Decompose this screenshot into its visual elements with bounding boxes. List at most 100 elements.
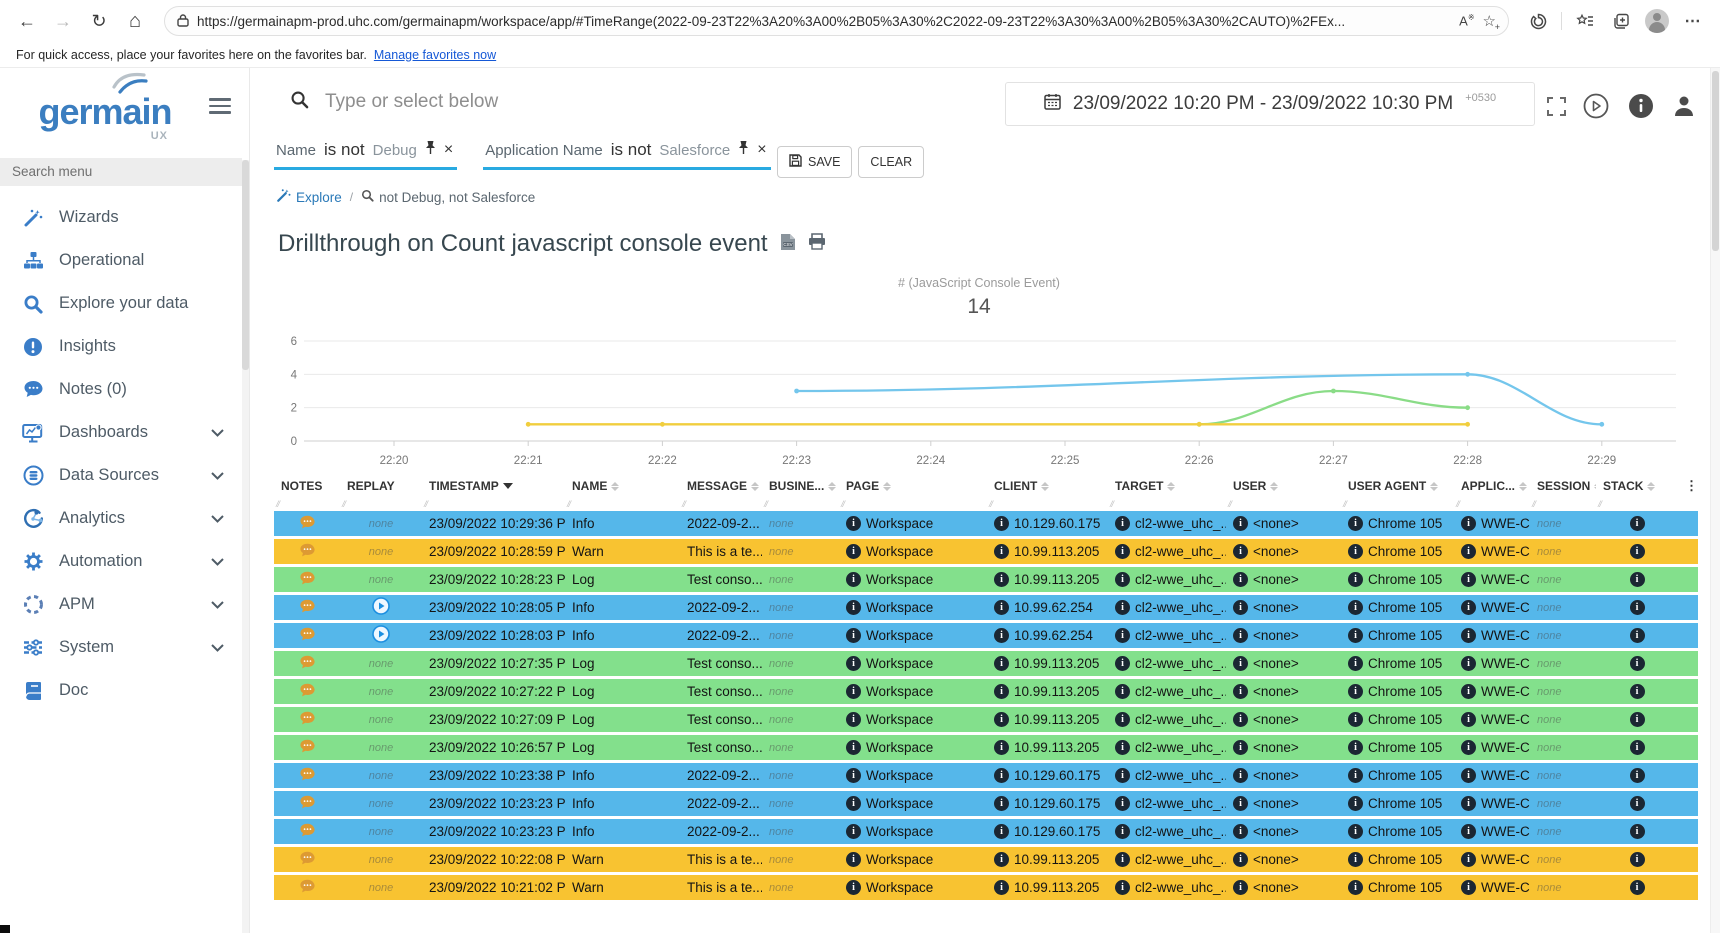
sidebar-item-operational[interactable]: Operational [0,239,244,282]
info-icon[interactable]: i [1233,852,1248,867]
info-icon[interactable]: i [1348,600,1363,615]
column-resize-handle[interactable]: // [1228,499,1231,509]
info-icon[interactable]: i [1630,516,1645,531]
play-icon[interactable] [1582,92,1610,120]
info-icon[interactable]: i [846,796,861,811]
info-icon[interactable]: i [994,656,1009,671]
sidebar-item-data-sources[interactable]: Data Sources [0,454,244,497]
info-icon[interactable]: i [846,544,861,559]
notes-icon[interactable] [299,599,316,617]
column-header-user[interactable]: USER [1226,479,1341,493]
info-icon[interactable]: i [1461,824,1476,839]
notes-icon[interactable] [299,571,316,589]
column-resize-handle[interactable]: // [424,499,427,509]
info-icon[interactable]: i [994,684,1009,699]
column-resize-handle[interactable]: // [1343,499,1346,509]
column-header-timestamp[interactable]: TIMESTAMP [422,479,565,493]
info-icon[interactable]: i [1630,852,1645,867]
table-row[interactable]: none23/09/2022 10:21:02 P...WarnThis is … [274,875,1698,900]
notes-icon[interactable] [299,683,316,701]
pin-icon[interactable] [425,141,436,159]
info-icon[interactable]: i [1233,600,1248,615]
sidebar-item-dashboards[interactable]: Dashboards [0,411,244,454]
info-icon[interactable]: i [994,516,1009,531]
info-icon[interactable]: i [1461,768,1476,783]
info-icon[interactable]: i [994,880,1009,895]
column-resize-handle[interactable]: // [1532,499,1535,509]
profile-avatar[interactable] [1642,6,1672,36]
notes-icon[interactable] [299,543,316,561]
notes-icon[interactable] [299,851,316,869]
notes-icon[interactable] [299,739,316,757]
info-icon[interactable]: i [994,796,1009,811]
notes-icon[interactable] [299,711,316,729]
fullscreen-icon[interactable] [1542,92,1570,120]
notes-icon[interactable] [299,823,316,841]
info-icon[interactable]: i [846,740,861,755]
info-icon[interactable]: i [1233,572,1248,587]
info-icon[interactable]: i [1115,768,1130,783]
column-resize-handle[interactable]: // [342,499,345,509]
info-icon[interactable]: i [1233,796,1248,811]
sidebar-item-automation[interactable]: Automation [0,540,244,583]
info-icon[interactable]: i [846,656,861,671]
info-icon[interactable]: i [1461,544,1476,559]
hamburger-menu-icon[interactable] [209,94,231,118]
column-resize-handle[interactable]: // [567,499,570,509]
info-icon[interactable]: i [1348,740,1363,755]
back-icon[interactable]: ← [12,6,42,36]
page-scrollbar[interactable] [1710,68,1720,933]
info-icon[interactable]: i [1461,656,1476,671]
info-icon[interactable]: i [1348,684,1363,699]
pin-icon[interactable] [738,141,749,159]
info-icon[interactable]: i [1233,768,1248,783]
info-icon[interactable]: i [1115,600,1130,615]
info-icon[interactable]: i [1115,544,1130,559]
table-menu-icon[interactable]: ⋮ [1678,478,1698,494]
column-resize-handle[interactable]: // [989,499,992,509]
info-icon[interactable]: i [846,684,861,699]
info-icon[interactable]: i [1630,544,1645,559]
sidebar-item-apm[interactable]: APM [0,583,244,626]
replay-play-button[interactable] [372,625,390,646]
column-header-stack[interactable]: STACK [1596,479,1678,493]
sidebar-item-doc[interactable]: Doc [0,669,244,712]
home-icon[interactable]: ⌂ [120,6,150,36]
info-icon[interactable]: i [1115,712,1130,727]
info-icon[interactable]: i [994,712,1009,727]
info-icon[interactable]: i [994,768,1009,783]
table-row[interactable]: none23/09/2022 10:28:23 P...LogTest cons… [274,567,1698,592]
column-resize-handle[interactable]: // [764,499,767,509]
info-icon[interactable]: i [1630,572,1645,587]
table-row[interactable]: none23/09/2022 10:23:23 P...Info2022-09-… [274,819,1698,844]
info-icon[interactable]: i [1348,628,1363,643]
column-resize-handle[interactable]: // [276,499,279,509]
info-icon[interactable]: i [1348,768,1363,783]
info-icon[interactable]: i [1461,796,1476,811]
column-header-page[interactable]: PAGE [839,479,987,493]
sidebar-scrollbar[interactable] [242,160,249,933]
info-icon[interactable]: i [1348,572,1363,587]
column-resize-handle[interactable]: // [1110,499,1113,509]
sidebar-item-analytics[interactable]: Analytics [0,497,244,540]
info-icon[interactable]: i [1115,684,1130,699]
column-resize-handle[interactable]: // [841,499,844,509]
manage-favorites-link[interactable]: Manage favorites now [374,48,496,62]
table-row[interactable]: none23/09/2022 10:29:36 P...Info2022-09-… [274,511,1698,536]
column-header-user_agent[interactable]: USER AGENT [1341,479,1454,493]
column-resize-handle[interactable]: // [1456,499,1459,509]
filter-chip-application-name[interactable]: Application Name is not Salesforce × [483,140,770,170]
add-favorite-icon[interactable]: ☆+ [1483,12,1496,30]
info-icon[interactable]: i [1630,880,1645,895]
info-icon[interactable]: i [1233,880,1248,895]
info-icon[interactable]: i [1348,880,1363,895]
table-row[interactable]: none23/09/2022 10:23:23 P...Info2022-09-… [274,791,1698,816]
notes-icon[interactable] [299,655,316,673]
date-range-picker[interactable]: 23/09/2022 10:20 PM - 23/09/2022 10:30 P… [1005,82,1535,126]
column-header-session[interactable]: SESSION [1530,479,1596,493]
notes-icon[interactable] [299,767,316,785]
info-icon[interactable]: i [994,740,1009,755]
info-icon[interactable]: i [1115,516,1130,531]
refresh-icon[interactable]: ↻ [84,6,114,36]
info-icon[interactable]: i [1233,740,1248,755]
